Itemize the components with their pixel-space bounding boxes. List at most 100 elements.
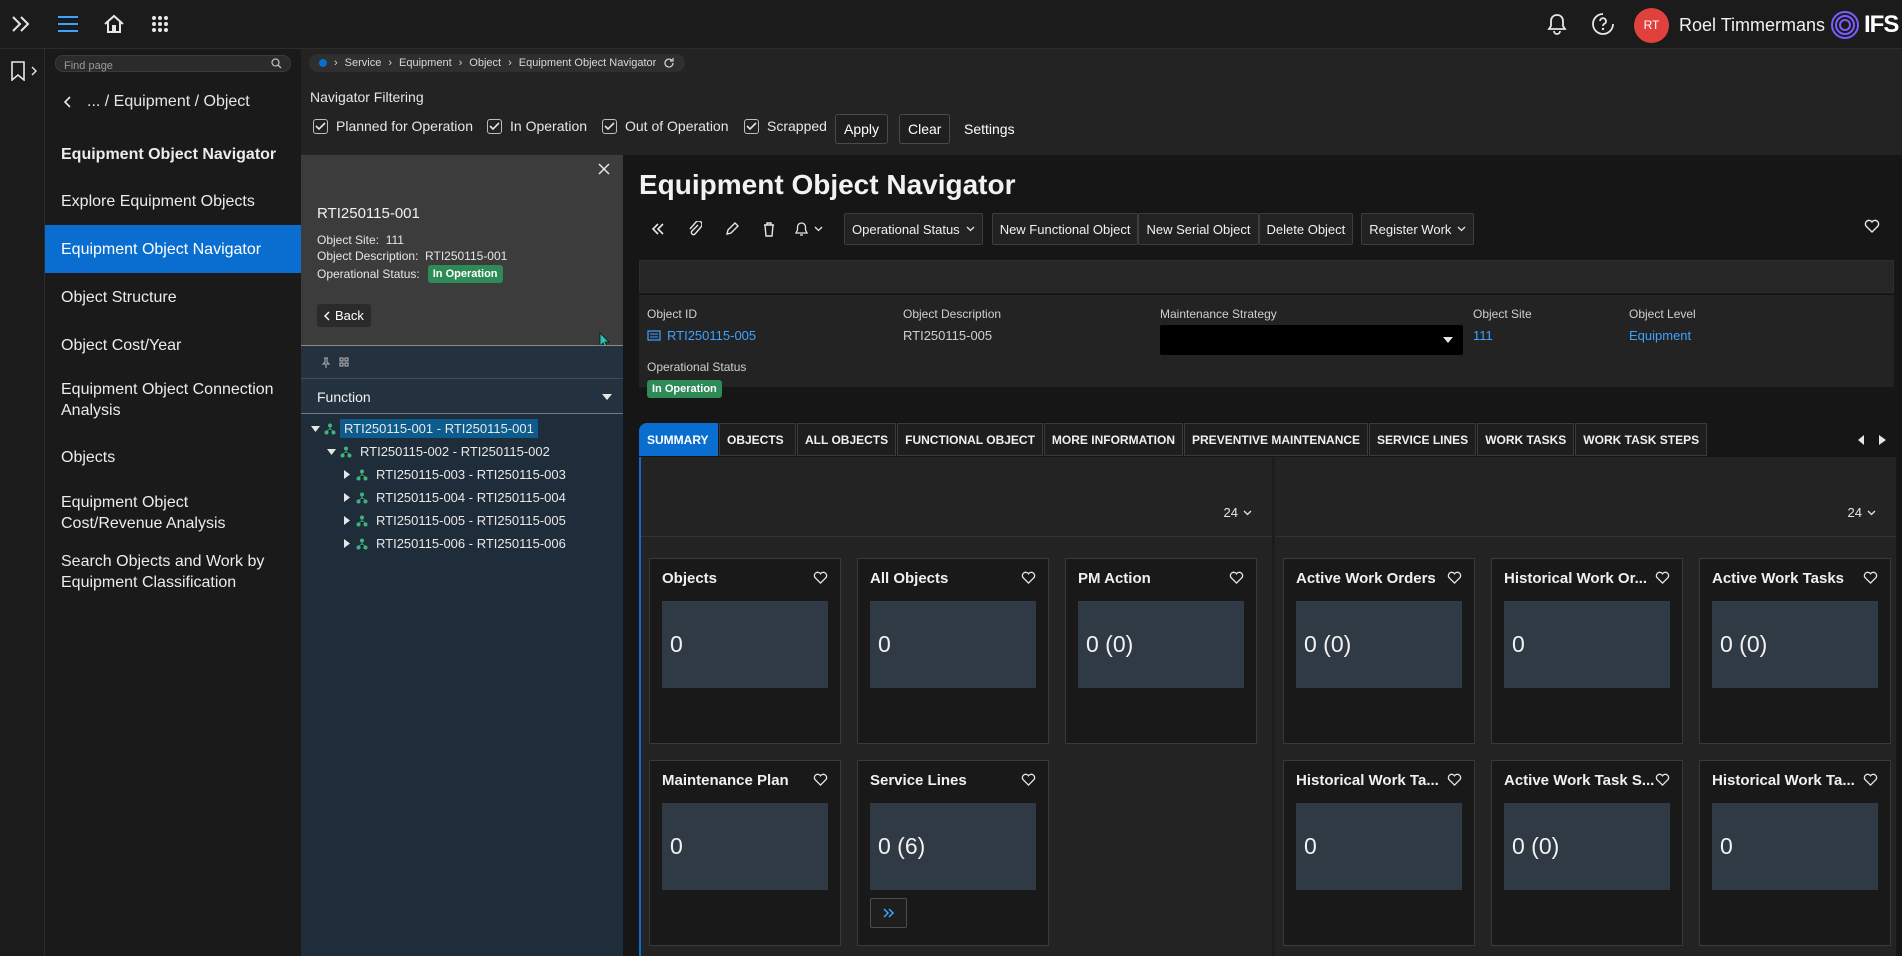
favorite-heart-icon[interactable] [1021, 571, 1036, 584]
pin-icon[interactable] [321, 357, 331, 369]
breadcrumb-item-equipment[interactable]: Equipment [399, 57, 452, 69]
caret-right-icon[interactable] [344, 516, 350, 525]
filter-scrapped-checkbox[interactable]: Scrapped [744, 118, 827, 134]
nav-item-equipment-object-navigator[interactable]: Equipment Object Navigator [45, 225, 301, 273]
tile-value[interactable]: 0 [1296, 803, 1462, 890]
summary-tile[interactable]: PM Action 0 (0) [1065, 558, 1257, 744]
tab-more-information[interactable]: MORE INFORMATION [1043, 423, 1184, 456]
tile-value[interactable]: 0 [1712, 803, 1878, 890]
nav-item-objects[interactable]: Objects [45, 431, 301, 483]
filter-in-operation-checkbox[interactable]: In Operation [487, 118, 587, 134]
refresh-icon[interactable] [663, 57, 675, 69]
tab-work-tasks[interactable]: WORK TASKS [1477, 423, 1575, 456]
favorite-heart-icon[interactable] [1863, 571, 1878, 584]
filter-out-of-operation-checkbox[interactable]: Out of Operation [602, 118, 729, 134]
tab-objects[interactable]: OBJECTS [719, 423, 796, 456]
summary-tile[interactable]: Active Work Task S... 0 (0) [1491, 760, 1683, 946]
nav-item-connection-analysis[interactable]: Equipment Object Connection Analysis [45, 369, 301, 431]
search-icon[interactable] [271, 58, 282, 69]
expand-rail-icon[interactable] [5, 8, 37, 40]
find-page-input[interactable] [56, 58, 256, 74]
settings-button[interactable]: Settings [956, 114, 1023, 144]
tree-node[interactable]: RTI250115-003 - RTI250115-003 [340, 464, 570, 485]
tab-scroll-right-icon[interactable] [1879, 434, 1886, 445]
avatar[interactable]: RT [1634, 7, 1669, 43]
hierarchy-icon[interactable] [338, 356, 350, 368]
summary-tile[interactable]: Historical Work Or... 0 [1491, 558, 1683, 744]
apply-button[interactable]: Apply [835, 114, 889, 144]
nav-item-object-cost-year[interactable]: Object Cost/Year [45, 321, 301, 369]
tile-value[interactable]: 0 (0) [1078, 601, 1244, 688]
new-serial-object-button[interactable]: New Serial Object [1138, 213, 1259, 245]
favorite-heart-icon[interactable] [1021, 773, 1036, 786]
register-work-dropdown[interactable]: Register Work [1361, 213, 1475, 245]
tree-node[interactable]: RTI250115-004 - RTI250115-004 [340, 487, 570, 508]
tile-value[interactable]: 0 (0) [1504, 803, 1670, 890]
favorite-heart-icon[interactable] [1864, 219, 1880, 233]
favorite-heart-icon[interactable] [813, 773, 828, 786]
summary-tile[interactable]: Service Lines 0 (6) [857, 760, 1049, 946]
tab-work-task-steps[interactable]: WORK TASK STEPS [1575, 423, 1708, 456]
tile-value[interactable]: 0 (0) [1712, 601, 1878, 688]
notification-bell-dropdown[interactable] [787, 213, 831, 245]
tree-node[interactable]: RTI250115-005 - RTI250115-005 [340, 510, 570, 531]
tile-value[interactable]: 0 (0) [1296, 601, 1462, 688]
user-name[interactable]: Roel Timmermans [1679, 15, 1825, 36]
breadcrumb-item-object[interactable]: Object [469, 57, 501, 69]
summary-tile[interactable]: Historical Work Ta... 0 [1699, 760, 1891, 946]
tab-all-objects[interactable]: ALL OBJECTS [797, 423, 897, 456]
favorite-heart-icon[interactable] [1447, 571, 1462, 584]
apps-grid-icon[interactable] [144, 8, 176, 40]
caret-right-icon[interactable] [344, 493, 350, 502]
page-size-dropdown[interactable]: 24 [1848, 505, 1876, 520]
summary-tile[interactable]: Historical Work Ta... 0 [1283, 760, 1475, 946]
home-icon[interactable] [98, 8, 130, 40]
nav-item-cost-revenue-analysis[interactable]: Equipment Object Cost/Revenue Analysis [45, 483, 301, 543]
tile-value[interactable]: 0 (6) [870, 803, 1036, 890]
favorite-heart-icon[interactable] [1229, 571, 1244, 584]
nav-item-search-objects-work[interactable]: Search Objects and Work by Equipment Cla… [45, 543, 301, 601]
caret-right-icon[interactable] [344, 470, 350, 479]
bookmarks-button[interactable] [10, 61, 38, 81]
breadcrumb-item-service[interactable]: Service [345, 57, 382, 69]
bell-icon[interactable] [1541, 8, 1573, 40]
object-site-link[interactable]: 111 [1473, 328, 1532, 343]
nav-item-title[interactable]: Equipment Object Navigator [45, 131, 301, 177]
tile-value[interactable]: 0 [870, 601, 1036, 688]
object-level-link[interactable]: Equipment [1629, 328, 1696, 343]
attachment-icon[interactable] [676, 213, 713, 245]
summary-tile[interactable]: Active Work Orders 0 (0) [1283, 558, 1475, 744]
clear-button[interactable]: Clear [899, 114, 951, 144]
nav-back-link[interactable]: ... / Equipment / Object [63, 93, 250, 111]
page-size-dropdown[interactable]: 24 [1224, 505, 1252, 520]
tab-preventive-maintenance[interactable]: PREVENTIVE MAINTENANCE [1184, 423, 1369, 456]
caret-down-icon[interactable] [310, 425, 320, 432]
tab-service-lines[interactable]: SERVICE LINES [1369, 423, 1477, 456]
favorite-heart-icon[interactable] [1863, 773, 1878, 786]
close-icon[interactable] [598, 163, 610, 175]
tree-node[interactable]: RTI250115-006 - RTI250115-006 [340, 533, 570, 554]
filter-planned-checkbox[interactable]: Planned for Operation [313, 118, 473, 134]
hamburger-menu-icon[interactable] [52, 8, 84, 40]
tile-value[interactable]: 0 [662, 601, 828, 688]
show-more-button[interactable] [870, 898, 907, 928]
nav-item-explore-objects[interactable]: Explore Equipment Objects [45, 177, 301, 225]
user-menu[interactable]: RT Roel Timmermans [1634, 7, 1825, 43]
object-id-link[interactable]: RTI250115-005 [667, 328, 756, 343]
function-dropdown[interactable]: Function [301, 378, 623, 414]
nav-item-object-structure[interactable]: Object Structure [45, 273, 301, 321]
tree-node[interactable]: RTI250115-002 - RTI250115-002 [324, 441, 554, 462]
edit-icon[interactable] [713, 213, 750, 245]
favorite-heart-icon[interactable] [1655, 773, 1670, 786]
summary-tile[interactable]: Objects 0 [649, 558, 841, 744]
help-icon[interactable] [1587, 8, 1619, 40]
summary-tile[interactable]: Active Work Tasks 0 (0) [1699, 558, 1891, 744]
back-button[interactable]: Back [317, 304, 371, 327]
tile-value[interactable]: 0 [1504, 601, 1670, 688]
tile-value[interactable]: 0 [662, 803, 828, 890]
operational-status-dropdown[interactable]: Operational Status [844, 213, 983, 245]
favorite-heart-icon[interactable] [1655, 571, 1670, 584]
tab-scroll-left-icon[interactable] [1858, 434, 1865, 445]
delete-object-button[interactable]: Delete Object [1258, 213, 1354, 245]
delete-icon[interactable] [750, 213, 787, 245]
